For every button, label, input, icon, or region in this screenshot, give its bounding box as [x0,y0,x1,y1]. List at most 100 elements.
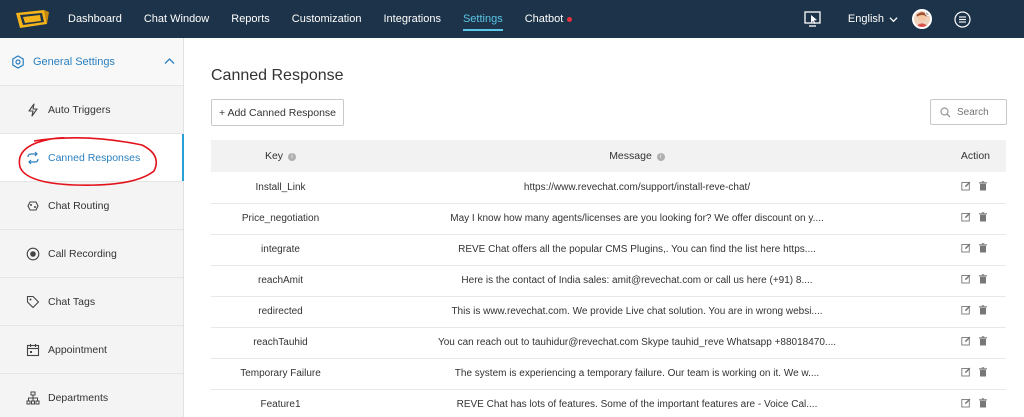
table-header-row: Key i Message i Action [211,140,1006,172]
column-header-key[interactable]: Key i [211,140,350,172]
sidebar-item-chat-tags[interactable]: Chat Tags [0,278,183,326]
row-actions [924,296,1006,327]
header-label: Key [264,150,284,162]
row-key[interactable]: Feature1 [211,389,350,417]
language-label: English [847,13,884,25]
row-key[interactable]: reachAmit [211,265,350,296]
sidebar-item-label: Appointment [48,343,107,356]
row-actions [924,327,1006,358]
record-icon [26,247,40,260]
nav-right-group: English [804,0,1024,38]
table-row: redirected This is www.revechat.com. We p… [211,296,1006,327]
nav-settings[interactable]: Settings [462,0,503,38]
nav-chat-window[interactable]: Chat Window [144,0,209,38]
edit-icon[interactable] [961,181,971,191]
sidebar-header-label: General Settings [33,55,115,68]
row-key[interactable]: Install_Link [211,172,350,203]
reve-chat-logo[interactable] [14,9,50,29]
trash-icon[interactable] [978,305,988,315]
nav-label: Settings [462,13,503,25]
row-message[interactable]: May I know how many agents/licenses are … [350,203,924,234]
nav-integrations[interactable]: Integrations [383,0,440,38]
table-row: reachTauhid You can reach out to tauhidur… [211,327,1006,358]
table-row: Temporary Failure The system is experienc… [211,358,1006,389]
screen-share-icon[interactable] [804,11,822,27]
action-icons [961,243,988,253]
sidebar-item-canned-responses[interactable]: Canned Responses [0,134,184,182]
search-box[interactable] [930,99,1007,125]
sidebar-item-label: Canned Responses [48,151,141,164]
trash-icon[interactable] [978,212,988,222]
sidebar-item-departments[interactable]: Departments [0,374,183,417]
nav-chatbot[interactable]: Chatbot [525,0,573,38]
sidebar-item-label: Chat Routing [48,199,110,212]
nav-customization[interactable]: Customization [292,0,362,38]
action-icons [961,305,988,315]
row-message[interactable]: https://www.revechat.com/support/install… [350,172,924,203]
chevron-down-icon [889,16,898,22]
sidebar-item-label: Departments [48,391,109,404]
language-selector[interactable]: English [848,13,898,25]
info-icon[interactable]: i [288,153,297,161]
search-input[interactable] [957,106,1001,118]
row-key[interactable]: Temporary Failure [211,358,350,389]
edit-icon[interactable] [961,212,971,222]
row-actions [924,358,1006,389]
info-icon[interactable]: i [656,153,665,161]
add-canned-response-button[interactable]: + Add Canned Response [211,99,344,126]
nav-label: Integrations [383,13,441,25]
trash-icon[interactable] [978,336,988,346]
general-settings-header[interactable]: General Settings [0,38,183,86]
edit-icon[interactable] [961,336,971,346]
trash-icon[interactable] [978,274,988,284]
sidebar-item-auto-triggers[interactable]: Auto Triggers [0,86,183,134]
row-message[interactable]: REVE Chat has lots of features. Some of … [350,389,924,417]
row-message[interactable]: The system is experiencing a temporary f… [350,358,924,389]
edit-icon[interactable] [961,398,971,408]
row-message[interactable]: This is www.revechat.com. We provide Liv… [350,296,924,327]
row-actions [924,265,1006,296]
user-avatar[interactable] [912,9,932,29]
sidebar-item-label: Auto Triggers [48,103,111,116]
edit-icon[interactable] [961,243,971,253]
column-header-message[interactable]: Message i [350,140,924,172]
main-content: Canned Response + Add Canned Response Ke… [211,38,1007,417]
action-icons [961,367,988,377]
sidebar-item-chat-routing[interactable]: Chat Routing [0,182,183,230]
lightning-icon [28,102,38,117]
menu-circle-icon[interactable] [954,10,971,28]
row-key[interactable]: reachTauhid [211,327,350,358]
chevron-up-icon[interactable] [164,56,175,67]
row-actions [924,389,1006,417]
row-message[interactable]: You can reach out to tauhidur@revechat.c… [350,327,924,358]
row-key[interactable]: redirected [211,296,350,327]
top-navbar: Dashboard Chat Window Reports Customizat… [0,0,1024,38]
edit-icon[interactable] [961,305,971,315]
trash-icon[interactable] [978,243,988,253]
row-message[interactable]: Here is the contact of India sales: amit… [350,265,924,296]
canned-responses-table: Key i Message i Action Install_Link https:/… [211,140,1006,417]
tag-icon [26,295,40,308]
nav-reports[interactable]: Reports [231,0,270,38]
row-key[interactable]: Price_negotiation [211,203,350,234]
settings-sidebar: General Settings Auto Triggers Canned Re… [0,38,184,417]
sidebar-item-appointment[interactable]: Appointment [0,326,183,374]
swap-arrows-icon [27,151,39,164]
edit-icon[interactable] [961,274,971,284]
row-actions [924,234,1006,265]
edit-icon[interactable] [961,367,971,377]
header-label: Action [960,150,990,162]
table-row: integrate REVE Chat offers all the popula… [211,234,1006,265]
row-key[interactable]: integrate [211,234,350,265]
nav-label: Dashboard [68,13,122,25]
trash-icon[interactable] [978,367,988,377]
table-row: Price_negotiation May I know how many age… [211,203,1006,234]
nav-dashboard[interactable]: Dashboard [68,0,122,38]
row-message[interactable]: REVE Chat offers all the popular CMS Plu… [350,234,924,265]
table-row: reachAmit Here is the contact of India sa… [211,265,1006,296]
row-actions [924,172,1006,203]
sidebar-item-call-recording[interactable]: Call Recording [0,230,183,278]
routing-icon [27,200,39,211]
trash-icon[interactable] [978,398,988,408]
trash-icon[interactable] [978,181,988,191]
